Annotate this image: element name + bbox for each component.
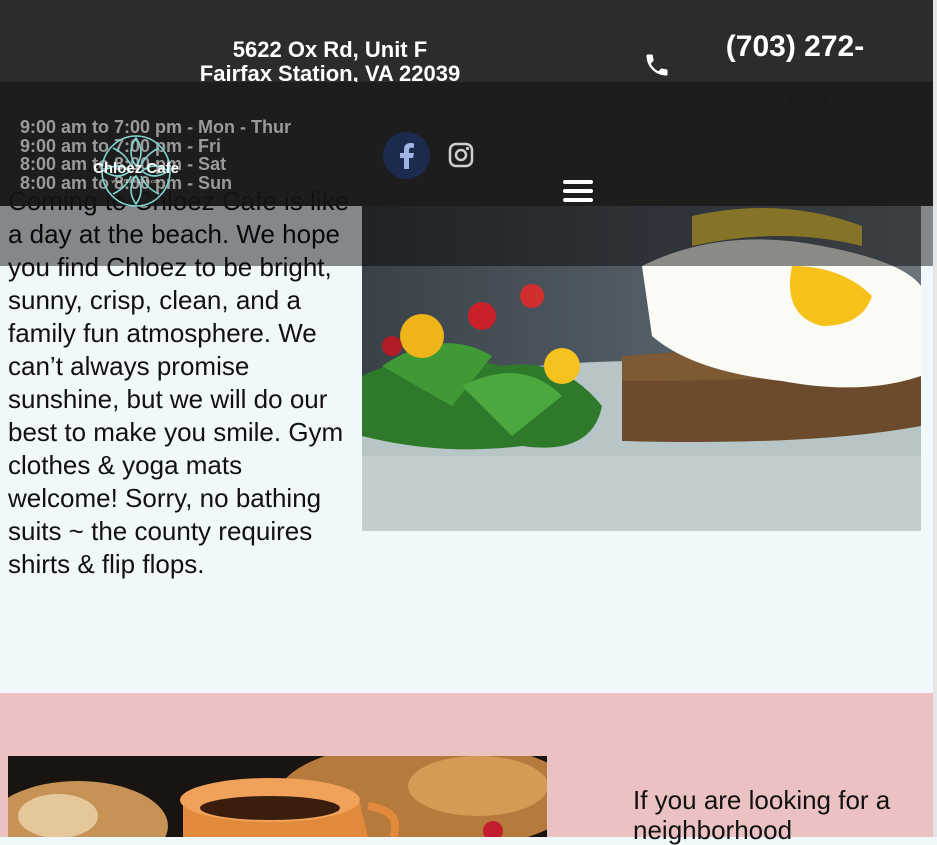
chloez-cafe-logo[interactable]: Chloez Cafe www.ChloezCafe.com [86,132,186,210]
logo-text: Chloez Cafe [93,160,179,177]
address-line-1: 5622 Ox Rd, Unit F [232,37,428,62]
address: 5622 Ox Rd, Unit F Fairfax Station, VA 2… [180,38,480,86]
navigation-shadow [0,206,937,266]
scrollbar[interactable] [933,0,937,837]
hamburger-menu-icon[interactable] [560,176,596,208]
instagram-icon[interactable] [447,141,475,169]
second-paragraph: If you are looking for a neighborhood [633,785,891,845]
facebook-button[interactable] [383,132,430,179]
top-contact-bar: 5622 Ox Rd, Unit F Fairfax Station, VA 2… [0,0,937,117]
coffee-croissant-photo [8,756,547,837]
logo-subtext: www.ChloezCafe.com [112,179,161,185]
phone-icon[interactable] [643,51,671,79]
facebook-icon [399,142,414,169]
phone-number-line-1: (703) 272- [725,30,865,63]
